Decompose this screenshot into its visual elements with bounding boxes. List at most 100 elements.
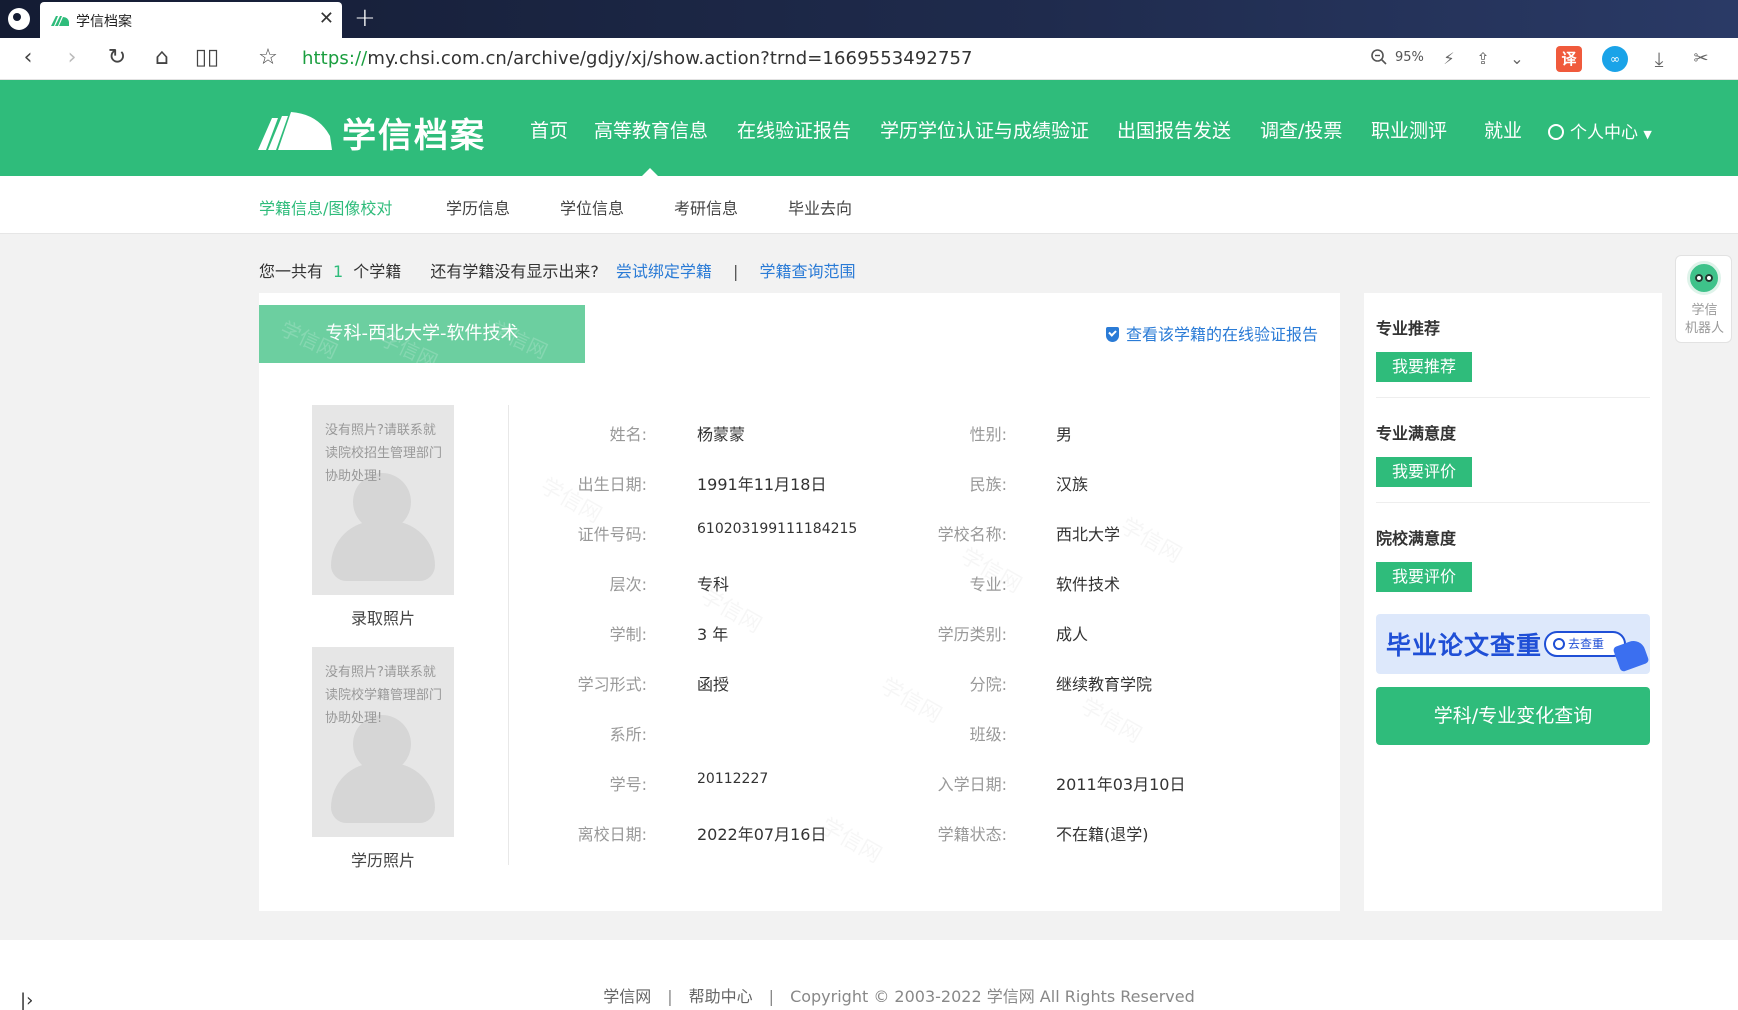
record-tab-label: 专科-西北大学-软件技术	[325, 323, 519, 344]
major-recommend-title: 专业推荐	[1376, 319, 1441, 338]
address-bar: ‹ › ↻ ⌂ ▯▯ ☆ https://my.chsi.com.cn/arch…	[0, 38, 1738, 80]
tab-close-icon[interactable]: ✕	[319, 8, 334, 29]
flash-icon[interactable]: ⚡	[1436, 46, 1462, 72]
copyright: Copyright © 2003-2022 学信网 All Rights Res…	[790, 987, 1195, 1006]
recommend-button[interactable]: 我要推荐	[1376, 352, 1472, 382]
nav-overseas-report[interactable]: 出国报告发送	[1117, 116, 1231, 143]
verification-report-link[interactable]: 查看该学籍的在线验证报告	[1105, 321, 1318, 345]
extension-icon[interactable]: ∞	[1602, 46, 1628, 72]
footer-separator: |	[768, 987, 775, 1006]
user-center-menu[interactable]: 个人中心 ▼	[1548, 118, 1652, 143]
nav-degree-certification[interactable]: 学历学位认证与成绩验证	[880, 116, 1089, 143]
browser-tab-bar: 学信档案 ✕ +	[0, 0, 1738, 38]
label-college: 分院:	[969, 675, 1007, 694]
scissors-icon[interactable]: ✂	[1688, 46, 1714, 72]
divider	[1376, 397, 1650, 398]
nav-career-test[interactable]: 职业测评	[1371, 116, 1447, 143]
watermark: 学信网	[1115, 509, 1188, 570]
robot-label-line1: 学信	[1691, 303, 1718, 318]
label-major: 专业:	[969, 575, 1007, 594]
reload-icon[interactable]: ↻	[103, 44, 131, 72]
browser-logo-icon[interactable]	[8, 8, 30, 30]
site-header: 学信档案 首页 高等教育信息 在线验证报告 学历学位认证与成绩验证 出国报告发送…	[0, 80, 1738, 176]
verification-report-label: 查看该学籍的在线验证报告	[1125, 325, 1318, 344]
footer-link-help[interactable]: 帮助中心	[689, 987, 753, 1006]
footer-links: 学信网 | 帮助中心 | Copyright © 2003-2022 学信网 All R…	[0, 983, 1738, 1007]
zoom-icon[interactable]	[1370, 48, 1388, 66]
rate-school-button[interactable]: 我要评价	[1376, 562, 1472, 592]
forward-icon[interactable]: ›	[58, 44, 86, 72]
nav-survey[interactable]: 调查/投票	[1260, 116, 1342, 143]
subnav-education-info[interactable]: 学历信息	[446, 195, 510, 219]
subnav-degree-info[interactable]: 学位信息	[560, 195, 624, 219]
label-enroll-date: 入学日期:	[937, 775, 1007, 794]
site-favicon-icon	[51, 16, 69, 26]
value-student-id: 20112227	[697, 771, 769, 787]
new-tab-icon[interactable]: +	[354, 3, 376, 33]
value-level: 专科	[697, 575, 730, 594]
zoom-level[interactable]: 95%	[1395, 50, 1424, 65]
value-leave-date: 2022年07月16日	[697, 825, 827, 844]
site-logo-text[interactable]: 学信档案	[342, 108, 486, 157]
subject-change-query-button[interactable]: 学科/专业变化查询	[1376, 687, 1650, 745]
nav-higher-education[interactable]: 高等教育信息	[594, 116, 708, 143]
right-panel: 专业推荐 我要推荐 专业满意度 我要评价 院校满意度 我要评价 毕业论文查重 去…	[1364, 293, 1662, 911]
download-icon[interactable]: ⤓	[1646, 46, 1672, 72]
translate-icon[interactable]: 译	[1556, 46, 1582, 72]
summary-suffix: 个学籍	[353, 262, 402, 281]
value-school-name: 西北大学	[1056, 525, 1121, 544]
label-status: 学籍状态:	[937, 825, 1007, 844]
bind-record-link[interactable]: 尝试绑定学籍	[616, 262, 712, 281]
back-icon[interactable]: ‹	[14, 44, 42, 72]
sub-nav: 学籍信息/图像校对 学历信息 学位信息 考研信息 毕业去向	[0, 176, 1738, 234]
rate-major-button[interactable]: 我要评价	[1376, 457, 1472, 487]
robot-label-line2: 机器人	[1684, 321, 1724, 336]
user-center-label: 个人中心	[1570, 123, 1638, 143]
subnav-postgrad-info[interactable]: 考研信息	[674, 195, 738, 219]
summary-separator: |	[733, 262, 739, 281]
label-leave-date: 离校日期:	[577, 825, 647, 844]
value-id-number: 610203199111184215	[697, 521, 858, 537]
label-birth-date: 出生日期:	[577, 475, 647, 494]
label-duration: 学制:	[609, 625, 647, 644]
value-major: 软件技术	[1056, 575, 1121, 594]
summary-question: 还有学籍没有显示出来?	[430, 262, 599, 281]
url-path: my.chsi.com.cn/archive/gdjy/xj/show.acti…	[367, 48, 973, 69]
summary-prefix: 您一共有	[259, 262, 324, 281]
watermark: 学信网	[875, 669, 948, 730]
user-icon	[1548, 124, 1564, 140]
record-tab[interactable]: 学信网 学信网 学信网 专科-西北大学-软件技术	[259, 305, 585, 363]
nav-online-verification[interactable]: 在线验证报告	[737, 116, 851, 143]
banner-title: 毕业论文查重	[1386, 631, 1543, 660]
footer-link-chsi[interactable]: 学信网	[603, 987, 651, 1006]
record-card: 学信网 学信网 学信网 专科-西北大学-软件技术 查看该学籍的在线验证报告 没有…	[259, 293, 1340, 911]
query-scope-link[interactable]: 学籍查询范围	[760, 262, 856, 281]
value-birth-date: 1991年11月18日	[697, 475, 827, 494]
divider	[1376, 502, 1650, 503]
label-id-number: 证件号码:	[577, 525, 647, 544]
photo-note: 没有照片?请联系就读院校学籍管理部门协助处理!	[325, 665, 443, 726]
bookmark-star-icon[interactable]: ☆	[254, 44, 282, 72]
thesis-check-banner[interactable]: 毕业论文查重 去查重	[1376, 614, 1650, 674]
photo-note: 没有照片?请联系就读院校招生管理部门协助处理!	[325, 423, 443, 484]
divider	[508, 405, 509, 865]
avatar-body	[331, 763, 435, 823]
subnav-graduate-destination[interactable]: 毕业去向	[788, 195, 852, 219]
share-icon[interactable]: ⇪	[1470, 46, 1496, 72]
nav-home[interactable]: 首页	[530, 116, 568, 143]
url-scheme: https://	[302, 48, 368, 69]
xuexin-logo-icon[interactable]	[258, 106, 332, 150]
chevron-down-icon[interactable]: ⌄	[1504, 46, 1530, 72]
caret-down-icon: ▼	[1643, 128, 1652, 141]
value-college: 继续教育学院	[1056, 675, 1153, 694]
label-ethnicity: 民族:	[969, 475, 1007, 494]
url-field[interactable]: https://my.chsi.com.cn/archive/gdjy/xj/s…	[302, 48, 973, 69]
reading-mode-icon[interactable]: ▯▯	[193, 44, 221, 72]
nav-employment[interactable]: 就业	[1484, 116, 1522, 143]
home-icon[interactable]: ⌂	[148, 44, 176, 72]
label-class: 班级:	[969, 725, 1007, 744]
subnav-status-info[interactable]: 学籍信息/图像校对	[259, 195, 392, 219]
browser-tab[interactable]: 学信档案 ✕	[40, 2, 342, 38]
label-name: 姓名:	[609, 425, 647, 444]
assistant-robot-widget[interactable]: 学信 机器人	[1675, 255, 1732, 343]
